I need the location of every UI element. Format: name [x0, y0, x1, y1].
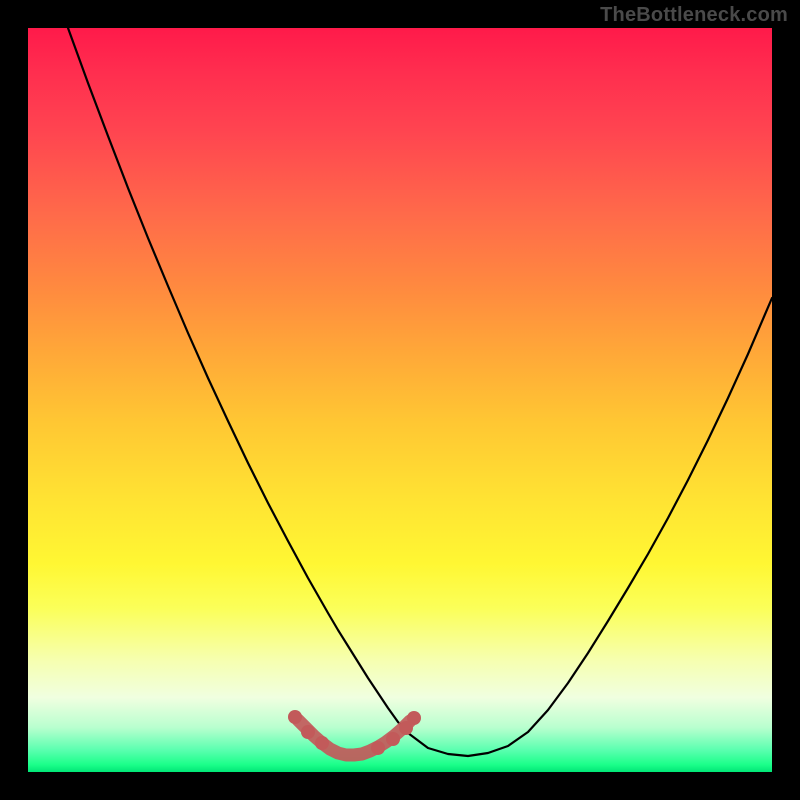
sweet-spot-dots — [407, 711, 421, 725]
sweet-spot-dots — [288, 710, 302, 724]
watermark-text: TheBottleneck.com — [600, 4, 788, 27]
sweet-spot-dots — [301, 725, 315, 739]
sweet-spot-dots — [386, 732, 400, 746]
curve-layer — [28, 28, 772, 772]
chart-frame: TheBottleneck.com — [0, 0, 800, 800]
plot-area — [28, 28, 772, 772]
bottleneck-curve — [68, 28, 772, 756]
sweet-spot-dots — [315, 736, 329, 750]
sweet-spot-dots — [371, 741, 385, 755]
